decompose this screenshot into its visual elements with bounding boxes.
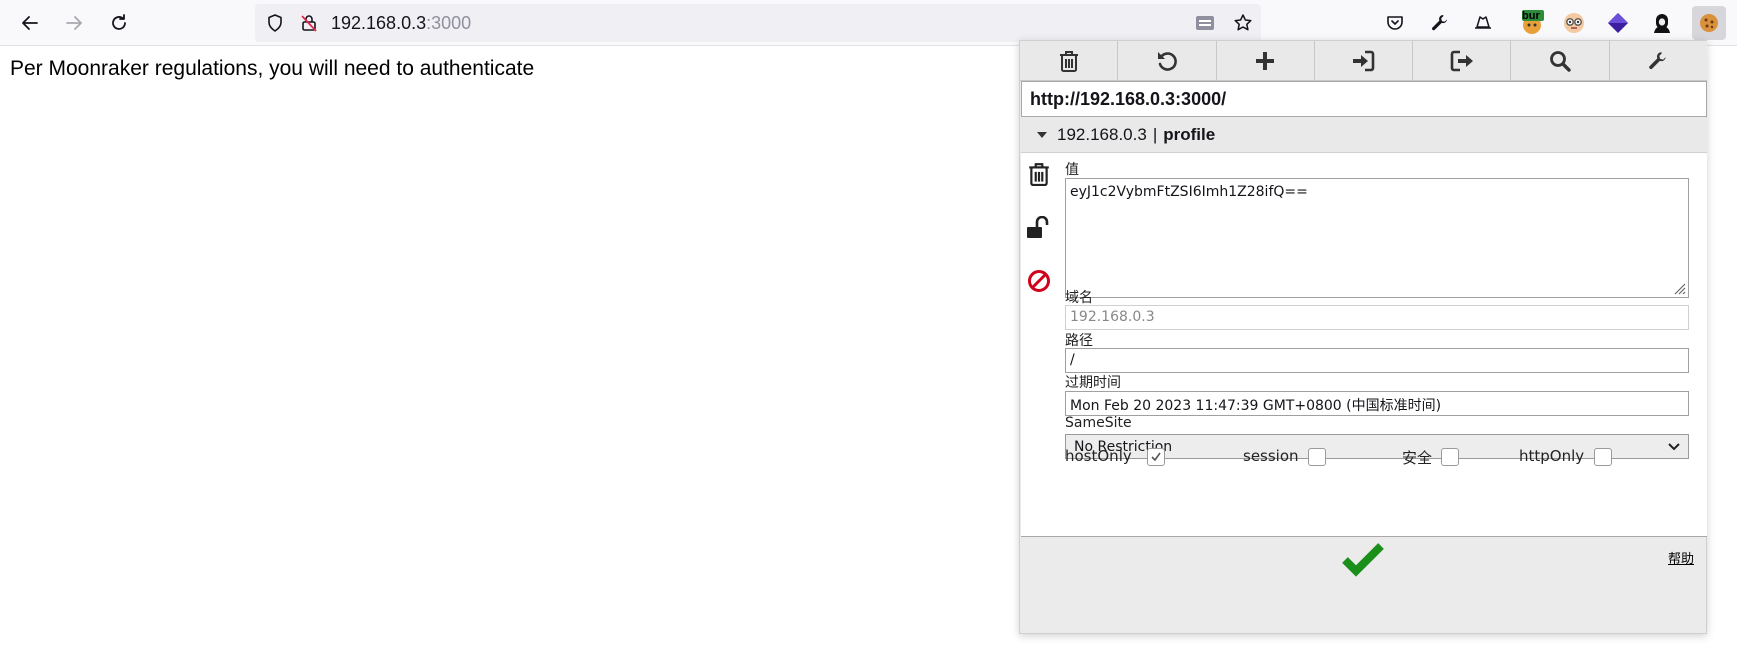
expiry-label: 过期时间: [1065, 375, 1121, 391]
secure-checkbox[interactable]: [1441, 448, 1459, 466]
burp-badge: bur: [1522, 10, 1540, 22]
refresh-button[interactable]: [1118, 41, 1217, 81]
hostonly-label: hostOnly: [1065, 447, 1132, 465]
domain-placeholder: 192.168.0.3: [1070, 309, 1155, 325]
session-label: session: [1243, 447, 1299, 465]
url-bar[interactable]: 192.168.0.3:3000: [255, 4, 1261, 42]
forward-button[interactable]: [57, 6, 91, 40]
delete-all-button[interactable]: [1020, 41, 1119, 81]
export-button[interactable]: [1413, 41, 1512, 81]
samesite-label: SameSite: [1065, 415, 1132, 431]
help-link[interactable]: 帮助: [1668, 548, 1694, 567]
trash-icon: [1059, 51, 1078, 72]
import-button[interactable]: [1315, 41, 1414, 81]
domain-field[interactable]: 192.168.0.3: [1065, 305, 1689, 330]
unlock-icon: [1027, 216, 1049, 238]
wappalyzer-button[interactable]: [1557, 6, 1591, 40]
protect-cookie-button[interactable]: [1026, 215, 1052, 241]
pocket-icon: [1387, 16, 1403, 30]
insecure-lock-icon[interactable]: [297, 11, 321, 35]
plus-icon: [1256, 52, 1275, 70]
hacker-extension-button[interactable]: [1645, 6, 1679, 40]
bookmark-star-icon[interactable]: [1231, 11, 1255, 35]
purple-diamond-icon: [1608, 13, 1628, 33]
cookie-editor-button[interactable]: [1692, 6, 1726, 40]
httponly-checkbox[interactable]: [1594, 448, 1612, 466]
back-arrow-icon: [22, 16, 38, 30]
back-button[interactable]: [13, 6, 47, 40]
delete-cookie-button[interactable]: [1026, 161, 1052, 187]
detective-hat-icon: [1475, 16, 1491, 29]
wrench-icon: [1432, 15, 1447, 31]
reader-view-icon[interactable]: [1193, 11, 1217, 35]
value-label: 值: [1065, 162, 1079, 178]
burp-extension-button[interactable]: bur: [1515, 6, 1549, 40]
glasses-face-icon: [1564, 13, 1584, 33]
path-field[interactable]: /: [1065, 348, 1689, 373]
hostonly-checkbox[interactable]: [1147, 448, 1165, 466]
hackbar-button[interactable]: [1601, 6, 1635, 40]
undo-icon: [1157, 52, 1177, 71]
cookie-url: http://192.168.0.3:3000/: [1021, 81, 1707, 117]
cookie-editor-toolbar: [1020, 41, 1707, 81]
session-checkbox[interactable]: [1308, 448, 1326, 466]
path-label: 路径: [1065, 333, 1093, 349]
resize-handle-icon[interactable]: [1672, 281, 1686, 295]
save-cookie-button[interactable]: [1340, 540, 1386, 580]
reload-icon: [112, 14, 126, 30]
block-icon: [1028, 270, 1050, 292]
checkmark-icon: [1342, 543, 1384, 577]
devtools-button[interactable]: [1423, 6, 1457, 40]
cookie-domain: 192.168.0.3: [1057, 125, 1147, 144]
cookie-separator: |: [1152, 125, 1158, 144]
shield-icon[interactable]: [263, 11, 287, 35]
cookie-header[interactable]: 192.168.0.3 | profile: [1021, 118, 1707, 153]
extension-hat-button[interactable]: [1466, 6, 1500, 40]
options-button[interactable]: [1610, 41, 1707, 81]
url-text[interactable]: 192.168.0.3:3000: [331, 13, 471, 34]
sign-out-icon: [1450, 50, 1473, 72]
value-text: eyJ1c2VybmFtZSI6Imh1Z28ifQ==: [1070, 184, 1308, 200]
expiry-value: Mon Feb 20 2023 11:47:39 GMT+0800 (中国标准时…: [1070, 398, 1442, 414]
pocket-button[interactable]: [1378, 6, 1412, 40]
hooded-figure-icon: [1654, 14, 1670, 33]
url-port: :3000: [426, 13, 472, 33]
secure-label: 安全: [1402, 449, 1433, 467]
reload-button[interactable]: [102, 6, 136, 40]
domain-label: 域名: [1065, 290, 1093, 306]
chevron-down-icon: [1668, 443, 1680, 451]
auth-message: Per Moonraker regulations, you will need…: [10, 57, 535, 80]
add-cookie-button[interactable]: [1217, 41, 1315, 81]
cookie-icon: [1700, 14, 1718, 32]
trash-icon: [1029, 163, 1049, 186]
checkmark-icon: [1151, 452, 1161, 462]
value-textarea[interactable]: eyJ1c2VybmFtZSI6Imh1Z28ifQ==: [1065, 178, 1689, 298]
search-button[interactable]: [1511, 41, 1610, 81]
cookie-details: 值 eyJ1c2VybmFtZSI6Imh1Z28ifQ== 域名 192.16…: [1021, 153, 1707, 537]
collapse-triangle-icon: [1037, 132, 1047, 138]
forward-arrow-icon: [66, 16, 82, 30]
sign-in-icon: [1353, 50, 1375, 72]
url-host: 192.168.0.3: [331, 13, 427, 33]
cookie-editor-popup: http://192.168.0.3:3000/ 192.168.0.3 | p…: [1019, 40, 1707, 634]
path-value: /: [1070, 352, 1075, 368]
search-icon: [1550, 51, 1571, 72]
block-cookie-button[interactable]: [1026, 268, 1052, 294]
httponly-label: httpOnly: [1519, 447, 1585, 465]
cookie-name: profile: [1163, 125, 1216, 144]
wrench-icon: [1649, 52, 1667, 70]
expiry-field[interactable]: Mon Feb 20 2023 11:47:39 GMT+0800 (中国标准时…: [1065, 391, 1689, 416]
